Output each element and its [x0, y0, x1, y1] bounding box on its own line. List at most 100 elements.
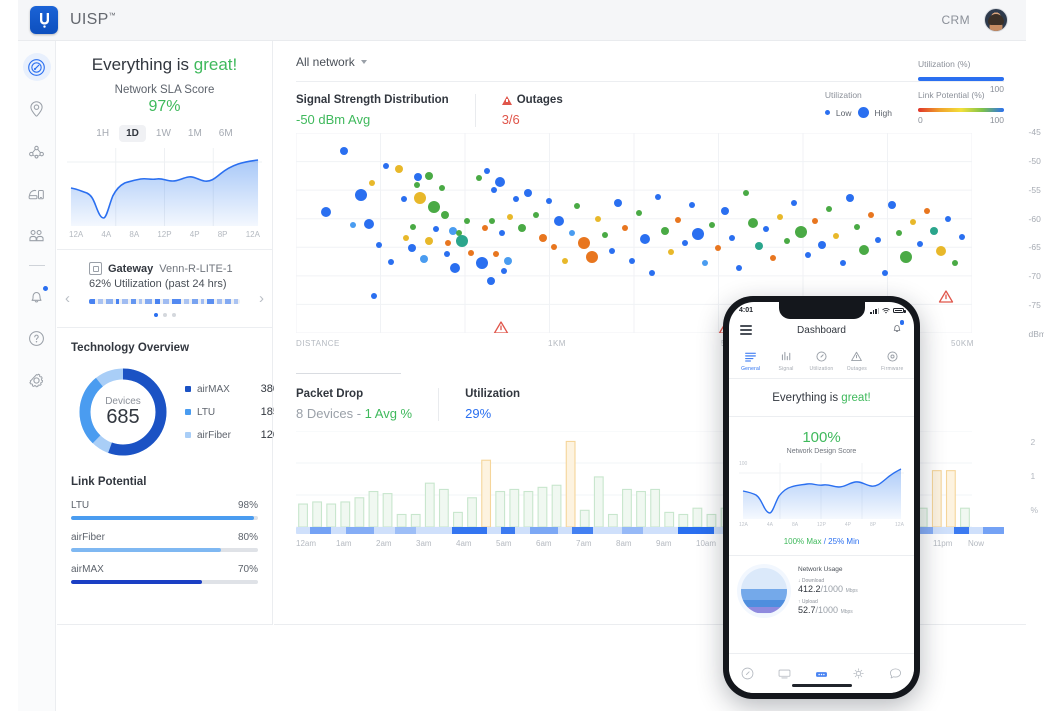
pagination-dot[interactable] [153, 313, 158, 317]
sidebar-item-notifications[interactable] [23, 282, 51, 310]
link-potential-label: LTU [71, 500, 90, 511]
pagination-dot[interactable] [162, 313, 167, 317]
dashboard-icon[interactable] [740, 666, 755, 681]
link-potential-track [71, 548, 258, 552]
scatter-point [661, 227, 669, 235]
sidebar-item-settings[interactable] [23, 366, 51, 394]
scatter-point [403, 235, 409, 241]
scatter-point [682, 240, 688, 246]
y-tick: -70 [1028, 271, 1041, 282]
link-potential-label: airMAX [71, 564, 104, 575]
phone-usage-text: Network Usage ↓ Download 412.2/1000 Mbps… [798, 566, 858, 615]
battery-icon [893, 307, 906, 314]
network-selector[interactable]: All network [274, 41, 1026, 69]
gateway-next-button[interactable]: › [259, 290, 264, 307]
scatter-point [649, 270, 655, 276]
scatter-point [930, 227, 938, 235]
range-tab-1h[interactable]: 1H [89, 125, 116, 142]
ubiquiti-u-logo-icon[interactable] [30, 6, 58, 34]
scatter-point [636, 210, 642, 216]
scatter-point [450, 263, 460, 273]
gateway-pagination-dots[interactable] [65, 313, 264, 317]
network-icon[interactable] [814, 666, 829, 681]
phone-score-block: 100% Network Design Score [729, 417, 914, 455]
range-tab-1w[interactable]: 1W [149, 125, 178, 142]
link-potential-track [71, 516, 258, 520]
scatter-point [487, 277, 495, 285]
phone-tab-general[interactable]: General [734, 350, 768, 372]
map-pin-icon [30, 100, 43, 117]
scatter-point [709, 222, 715, 228]
scatter-point [449, 227, 457, 235]
phone-mockup: 4:01 Dashboard General Signal Utilizatio… [723, 296, 920, 699]
brand-title: UISP™ [70, 11, 116, 29]
phone-tab-outages[interactable]: Outages [840, 350, 874, 372]
crm-link[interactable]: CRM [941, 13, 970, 27]
scatter-point [554, 216, 564, 226]
pagination-dot[interactable] [171, 313, 176, 317]
scatter-point [818, 241, 826, 249]
sidebar-item-devices[interactable] [23, 179, 51, 207]
legend-label: LTU [197, 406, 216, 418]
bar [382, 493, 393, 527]
scatter-point [433, 226, 439, 232]
phone-tab-signal[interactable]: Signal [769, 350, 803, 372]
technology-overview-card: Technology Overview Devices 685 airMAX 3… [57, 328, 279, 466]
scatter-point [491, 187, 497, 193]
phone-notch [778, 302, 865, 319]
phone-bell-button[interactable] [891, 320, 904, 339]
phone-tab-label: Signal [778, 366, 794, 372]
x-tick: 1KM [548, 339, 566, 348]
phone-tab-utilization[interactable]: Utilization [804, 350, 838, 372]
donut-center-label: Devices 685 [75, 364, 171, 460]
gradient-min: 0 [918, 115, 923, 125]
scatter-point [959, 234, 965, 240]
bar [509, 488, 520, 527]
y-axis-unit: dBm [1028, 328, 1044, 339]
sidebar-item-topology[interactable] [23, 137, 51, 165]
scatter-point [640, 234, 650, 244]
range-tab-1d[interactable]: 1D [119, 125, 146, 142]
bar [636, 490, 646, 527]
bar [607, 513, 618, 527]
device-icon[interactable] [777, 666, 792, 681]
scatter-point [614, 199, 622, 207]
scatter-point [755, 242, 763, 250]
scatter-point [513, 196, 519, 202]
bar [298, 503, 308, 527]
avatar[interactable] [984, 8, 1008, 32]
y-tick: % [1030, 505, 1038, 515]
y-tick: -75 [1028, 300, 1041, 311]
sidebar-item-map[interactable] [23, 95, 51, 123]
time-tick: Now [968, 539, 985, 548]
phone-download-row: ↓ Download 412.2/1000 Mbps [798, 578, 858, 594]
gear-icon [29, 373, 44, 387]
tools-icon[interactable] [851, 666, 866, 681]
chevron-down-icon [360, 60, 367, 64]
link-potential-label: airFiber [71, 532, 105, 543]
sla-axis-tick: 12P [157, 230, 172, 239]
scatter-point [854, 224, 860, 230]
range-tab-6m[interactable]: 6M [212, 125, 240, 142]
brand-trademark: ™ [108, 12, 116, 20]
scatter-point [791, 200, 797, 206]
technology-title: Technology Overview [71, 342, 190, 354]
scatter-point [408, 244, 416, 252]
gateway-prev-button[interactable]: ‹ [65, 290, 70, 307]
scatter-point [425, 237, 433, 245]
sidebar-item-clients[interactable] [23, 221, 51, 249]
sidebar-item-help[interactable] [23, 324, 51, 352]
scatter-point [524, 189, 532, 197]
link-potential-title: Link Potential [71, 476, 147, 488]
phone-tab-firmware[interactable]: Firmware [875, 350, 909, 372]
bar [650, 488, 661, 527]
scatter-point [882, 270, 888, 276]
bar [706, 513, 717, 527]
scatter-point [578, 237, 590, 249]
scatter-point [551, 244, 557, 250]
scatter-point [395, 165, 403, 173]
chat-icon[interactable] [888, 666, 903, 681]
range-tab-1m[interactable]: 1M [181, 125, 209, 142]
sidebar-item-dashboard[interactable] [22, 53, 51, 81]
time-tick: 11pm [933, 539, 953, 548]
